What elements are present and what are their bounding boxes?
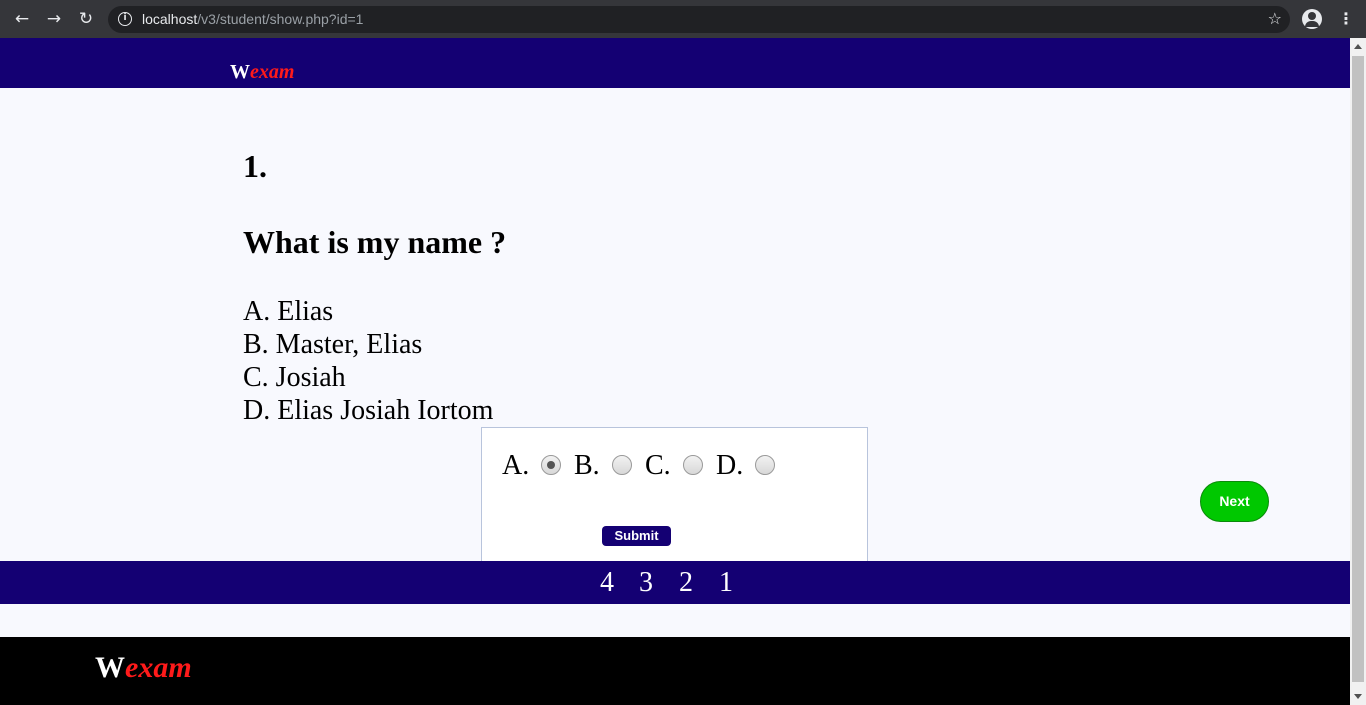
- next-button[interactable]: Next: [1200, 481, 1269, 522]
- footer-logo[interactable]: Wexam: [95, 651, 192, 685]
- url-text: localhost/v3/student/show.php?id=1: [142, 11, 364, 27]
- back-arrow-icon[interactable]: ←: [12, 9, 32, 29]
- option-b: B. Master, Elias: [243, 329, 423, 360]
- page-link-3[interactable]: 3: [639, 567, 653, 599]
- site-info-icon[interactable]: i: [118, 12, 132, 26]
- more-menu-icon[interactable]: ⋮: [1338, 9, 1354, 29]
- choice-label-a: A.: [502, 450, 530, 481]
- radio-a[interactable]: [541, 455, 561, 475]
- scroll-down-arrow-icon[interactable]: [1354, 694, 1362, 699]
- scroll-up-arrow-icon[interactable]: [1354, 44, 1362, 49]
- account-icon[interactable]: [1302, 9, 1322, 29]
- browser-toolbar: ← → ↻ i localhost/v3/student/show.php?id…: [0, 0, 1366, 38]
- radio-b[interactable]: [612, 455, 632, 475]
- submit-button[interactable]: Submit: [602, 526, 671, 546]
- page-link-1[interactable]: 1: [719, 567, 733, 599]
- header-logo[interactable]: Wexam: [230, 61, 294, 84]
- radio-d[interactable]: [755, 455, 775, 475]
- question-text: What is my name ?: [243, 224, 507, 260]
- option-a: A. Elias: [243, 296, 334, 327]
- radio-c[interactable]: [683, 455, 703, 475]
- forward-arrow-icon[interactable]: →: [44, 9, 64, 29]
- choice-label-b: B.: [574, 450, 600, 481]
- address-bar[interactable]: i localhost/v3/student/show.php?id=1 ☆: [108, 6, 1290, 33]
- answer-form: A. B. C. D. Submit: [481, 427, 868, 567]
- choice-label-d: D.: [716, 450, 744, 481]
- option-list: A. Elias B. Master, Elias C. Josiah D. E…: [243, 295, 493, 427]
- choice-label-c: C.: [645, 450, 671, 481]
- bookmark-star-icon[interactable]: ☆: [1268, 9, 1282, 28]
- site-footer: Wexam: [0, 637, 1350, 705]
- page-scrollbar[interactable]: [1350, 38, 1366, 705]
- reload-icon[interactable]: ↻: [76, 9, 96, 29]
- option-d: D. Elias Josiah Iortom: [243, 395, 494, 426]
- option-c: C. Josiah: [243, 362, 346, 393]
- page-link-2[interactable]: 2: [679, 567, 693, 599]
- question-pagination: 4 3 2 1: [0, 561, 1350, 604]
- question-number: 1.: [243, 148, 267, 184]
- scrollbar-thumb[interactable]: [1352, 56, 1364, 682]
- site-header: Wexam: [0, 38, 1350, 88]
- page-link-4[interactable]: 4: [600, 567, 614, 599]
